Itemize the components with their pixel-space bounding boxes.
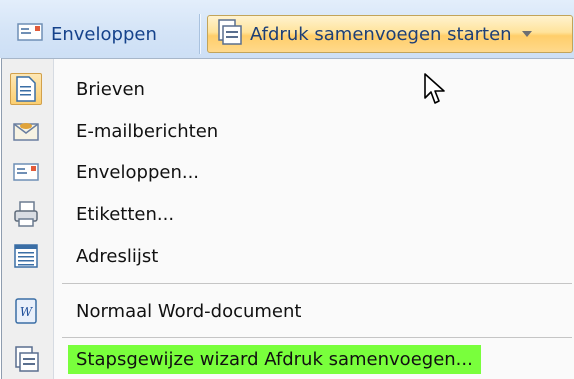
menu-item-normal-document[interactable]: W Normaal Word-document <box>2 291 574 331</box>
menu-item-directory[interactable]: Adreslijst <box>2 236 574 276</box>
word-document-icon: W <box>12 297 40 325</box>
menu-item-label: Etiketten... <box>76 203 175 225</box>
menu-item-label: Brieven <box>76 78 145 100</box>
mouse-pointer-icon <box>424 73 445 104</box>
start-mail-merge-button[interactable]: Afdruk samenvoegen starten <box>207 15 573 53</box>
menu-item-label: E-mailberichten <box>76 120 219 142</box>
svg-text:W: W <box>20 305 34 319</box>
envelopes-button-label: Enveloppen <box>51 23 157 45</box>
menu-item-label: Adreslijst <box>76 245 159 267</box>
mail-merge-dropdown-menu: Brieven E-mailberichten Enveloppen... Et… <box>1 58 574 379</box>
mail-merge-screenshot: Enveloppen Afdruk samenvoegen starten Br… <box>0 0 574 379</box>
directory-list-icon <box>12 242 40 270</box>
envelopes-ribbon-button[interactable]: Enveloppen <box>6 15 196 53</box>
letter-document-icon <box>10 73 42 105</box>
menu-separator <box>62 283 572 284</box>
menu-item-envelopes[interactable]: Enveloppen... <box>2 152 574 192</box>
email-envelope-icon <box>12 117 40 145</box>
menu-separator <box>62 337 572 338</box>
menu-item-email[interactable]: E-mailberichten <box>2 111 574 151</box>
labels-icon <box>12 200 40 228</box>
menu-item-label: Enveloppen... <box>76 161 200 183</box>
envelope-icon <box>12 158 40 186</box>
ribbon-separator <box>199 14 200 54</box>
ribbon-group: Enveloppen Afdruk samenvoegen starten <box>0 0 574 58</box>
envelope-icon <box>17 22 43 47</box>
chevron-down-icon <box>521 31 532 37</box>
menu-item-label: Stapsgewijze wizard Afdruk samenvoegen..… <box>68 344 481 374</box>
menu-item-wizard[interactable]: Stapsgewijze wizard Afdruk samenvoegen..… <box>2 339 574 379</box>
start-mail-merge-icon <box>216 18 242 51</box>
start-mail-merge-label: Afdruk samenvoegen starten <box>250 23 512 45</box>
wizard-icon <box>12 345 40 373</box>
menu-item-letters[interactable]: Brieven <box>2 69 574 109</box>
menu-item-labels[interactable]: Etiketten... <box>2 194 574 234</box>
menu-item-label: Normaal Word-document <box>76 300 302 322</box>
